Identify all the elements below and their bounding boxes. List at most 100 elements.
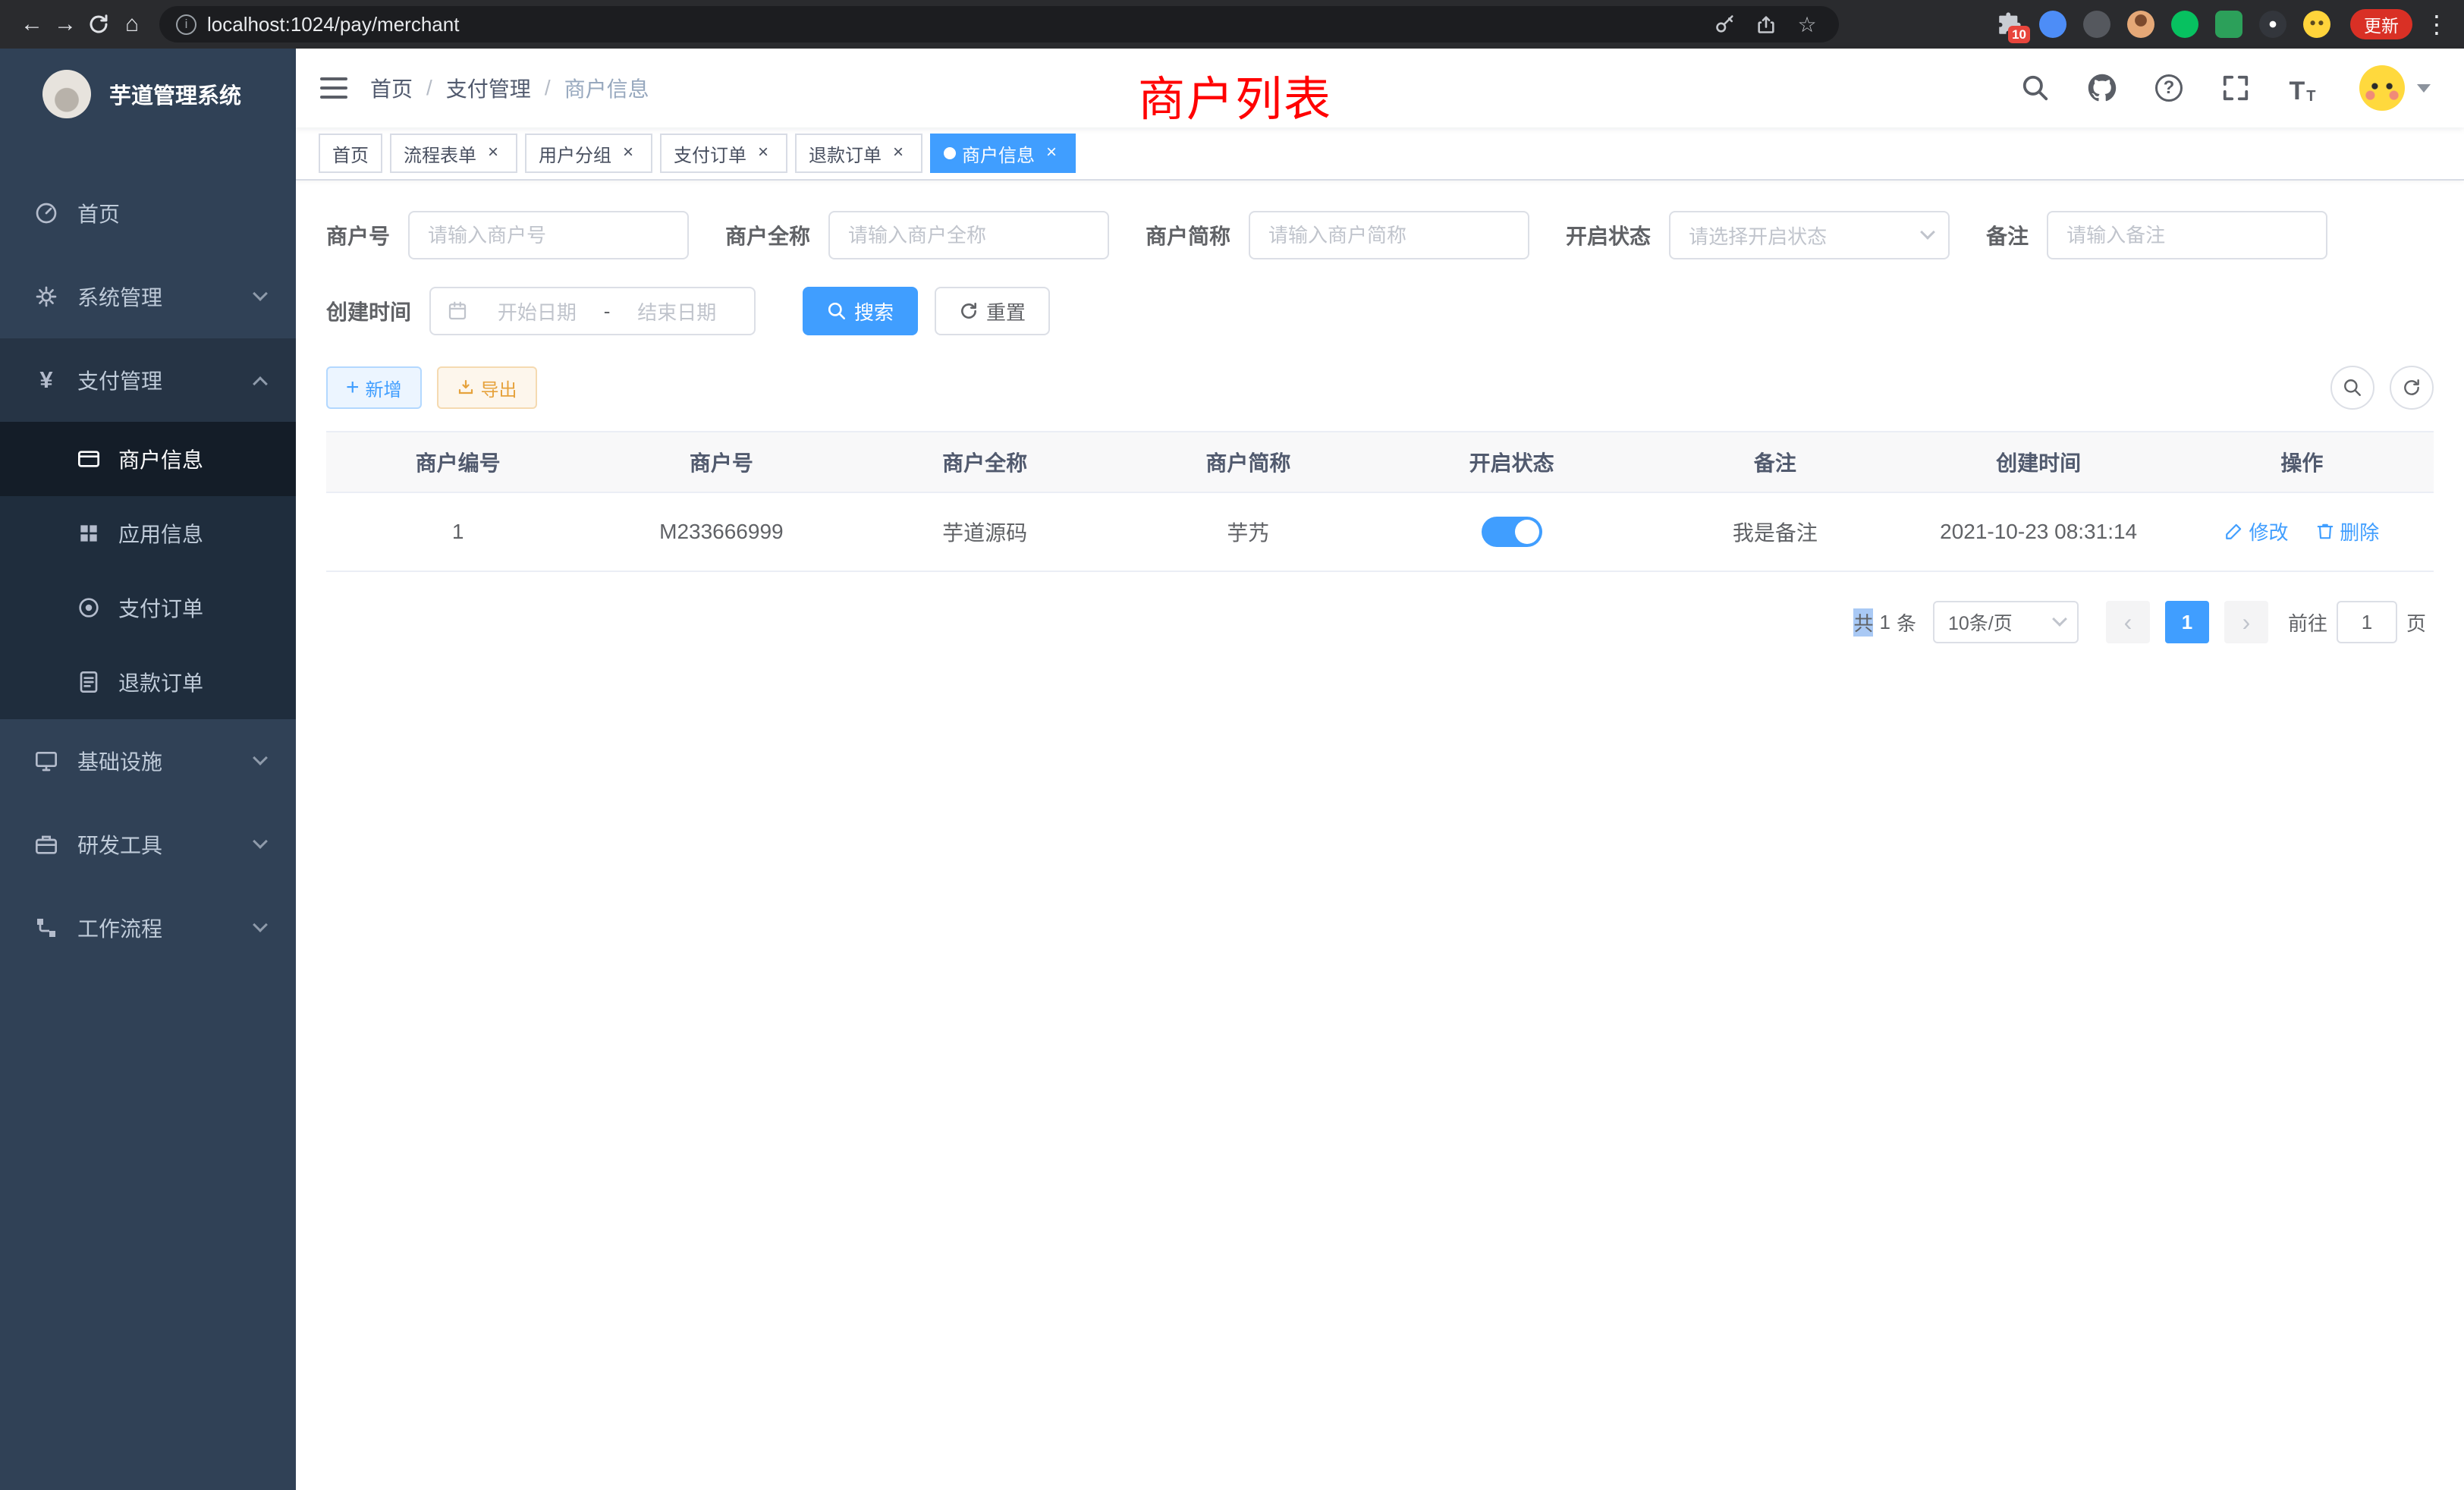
date-start-input[interactable]: 开始日期 (475, 297, 599, 325)
extension-icon-6[interactable] (2215, 11, 2242, 38)
merchant-no-input[interactable] (408, 211, 689, 259)
reset-button[interactable]: 重置 (935, 287, 1050, 335)
sidebar-item-refund-order[interactable]: 退款订单 (0, 645, 296, 719)
tab-process-form[interactable]: 流程表单 × (390, 134, 517, 173)
tab-close-icon[interactable]: × (1041, 143, 1062, 164)
edit-link[interactable]: 修改 (2224, 517, 2288, 545)
sidebar-item-app-info[interactable]: 应用信息 (0, 496, 296, 571)
sidebar-item-system[interactable]: 系统管理 (0, 255, 296, 338)
home-icon[interactable]: ⌂ (115, 8, 149, 41)
extension-avatar-icon[interactable] (2127, 11, 2154, 38)
tab-user-group[interactable]: 用户分组× (525, 134, 652, 173)
breadcrumb-payment[interactable]: 支付管理 (446, 73, 531, 103)
chevron-down-icon (2052, 611, 2067, 627)
bookmark-star-icon[interactable]: ☆ (1792, 9, 1822, 39)
hamburger-icon[interactable] (320, 77, 347, 99)
github-icon[interactable] (2086, 72, 2118, 104)
extension-badge: 10 (2008, 26, 2030, 43)
fullscreen-icon[interactable] (2220, 72, 2252, 104)
page-content: 商户号 商户全称 商户简称 开启状态 请选择开启状态 (296, 181, 2464, 1490)
status-label: 开启状态 (1566, 220, 1669, 250)
form-item-merchant-short: 商户简称 (1146, 211, 1529, 259)
tab-merchant-info[interactable]: 商户信息× (930, 134, 1076, 173)
chevron-down-icon (253, 750, 268, 765)
tab-refund-order[interactable]: 退款订单× (795, 134, 922, 173)
extension-icon-5[interactable] (2171, 11, 2198, 38)
help-icon[interactable]: ? (2153, 72, 2185, 104)
status-toggle[interactable] (1482, 517, 1542, 547)
trash-icon (2315, 521, 2335, 541)
reload-icon[interactable] (82, 8, 115, 41)
sidebar-item-label: 研发工具 (77, 829, 162, 860)
pagination-jumper: 前往 页 (2288, 601, 2426, 643)
key-icon[interactable] (1710, 9, 1740, 39)
create-time-range-picker[interactable]: 开始日期 - 结束日期 (429, 287, 756, 335)
cell-merchant-id: 1 (326, 492, 589, 571)
page-1-button[interactable]: 1 (2165, 601, 2209, 643)
tab-close-icon[interactable]: × (618, 143, 639, 164)
delete-link[interactable]: 删除 (2315, 517, 2379, 545)
tab-label: 流程表单 (404, 140, 476, 167)
add-button-label: 新增 (366, 375, 402, 401)
browser-update-button[interactable]: 更新 (2350, 9, 2412, 39)
merchant-no-label: 商户号 (326, 220, 408, 250)
date-end-input[interactable]: 结束日期 (614, 297, 739, 325)
goto-unit: 页 (2406, 608, 2426, 637)
forward-icon[interactable]: → (49, 8, 82, 41)
toggle-search-button[interactable] (2330, 366, 2374, 410)
back-icon[interactable]: ← (15, 8, 49, 41)
extension-icon-2[interactable] (2039, 11, 2066, 38)
sidebar-item-label: 退款订单 (118, 667, 203, 697)
sidebar-item-merchant-info[interactable]: 商户信息 (0, 422, 296, 496)
tab-pay-order[interactable]: 支付订单× (660, 134, 787, 173)
url-text[interactable]: localhost:1024/pay/merchant (207, 13, 459, 36)
sidebar-item-dev-tools[interactable]: 研发工具 (0, 803, 296, 886)
extension-puzzle-icon[interactable]: 10 (1995, 11, 2022, 38)
share-icon[interactable] (1751, 9, 1781, 39)
logo[interactable]: 芋道管理系统 (0, 49, 296, 140)
extension-icon-3[interactable] (2083, 11, 2110, 38)
table-row: 1 M233666999 芋道源码 芋艿 我是备注 2021-10-23 08:… (326, 492, 2434, 571)
sidebar-item-pay-order[interactable]: 支付订单 (0, 571, 296, 645)
goto-page-input[interactable] (2337, 601, 2397, 643)
extension-emoji-icon[interactable] (2303, 11, 2330, 38)
prev-page-button[interactable]: ‹ (2106, 601, 2150, 643)
search-button[interactable]: 搜索 (803, 287, 918, 335)
search-form: 商户号 商户全称 商户简称 开启状态 请选择开启状态 (326, 211, 2434, 363)
col-created-at: 创建时间 (1907, 432, 2170, 492)
sidebar-item-label: 首页 (77, 198, 120, 228)
tab-close-icon[interactable]: × (888, 143, 909, 164)
cell-status (1380, 492, 1643, 571)
font-size-icon[interactable]: TT (2286, 72, 2318, 104)
search-icon[interactable] (2019, 72, 2051, 104)
remark-input[interactable] (2047, 211, 2327, 259)
add-button[interactable]: + 新增 (326, 366, 422, 409)
next-page-button[interactable]: › (2224, 601, 2268, 643)
user-menu[interactable] (2359, 65, 2431, 111)
tab-home[interactable]: 首页 (319, 134, 382, 173)
pagination-total-suffix: 条 (1897, 608, 1916, 637)
merchant-name-input[interactable] (828, 211, 1109, 259)
plus-icon: + (346, 376, 360, 399)
sidebar-item-home[interactable]: 首页 (0, 171, 296, 255)
tab-close-icon[interactable]: × (482, 143, 504, 164)
site-info-icon[interactable]: i (176, 14, 196, 35)
reset-button-label: 重置 (986, 297, 1026, 325)
question-glyph: ? (2155, 74, 2183, 102)
breadcrumb-home[interactable]: 首页 (370, 73, 413, 103)
sidebar-item-payment[interactable]: ¥ 支付管理 (0, 338, 296, 422)
export-button[interactable]: 导出 (437, 366, 537, 409)
breadcrumb-separator: / (545, 76, 551, 100)
refresh-button[interactable] (2390, 366, 2434, 410)
sidebar-item-label: 支付订单 (118, 593, 203, 623)
status-select[interactable]: 请选择开启状态 (1669, 211, 1950, 259)
merchant-short-input[interactable] (1249, 211, 1529, 259)
tab-close-icon[interactable]: × (753, 143, 774, 164)
page-size-select[interactable]: 10条/页 (1933, 601, 2079, 643)
extension-icon-7[interactable] (2259, 11, 2286, 38)
address-bar[interactable]: i localhost:1024/pay/merchant ☆ (159, 6, 1839, 42)
sidebar-item-infrastructure[interactable]: 基础设施 (0, 719, 296, 803)
sidebar-item-workflow[interactable]: 工作流程 (0, 886, 296, 970)
table-toolbar: + 新增 导出 (326, 366, 2434, 410)
browser-menu-icon[interactable]: ⋮ (2425, 10, 2449, 39)
